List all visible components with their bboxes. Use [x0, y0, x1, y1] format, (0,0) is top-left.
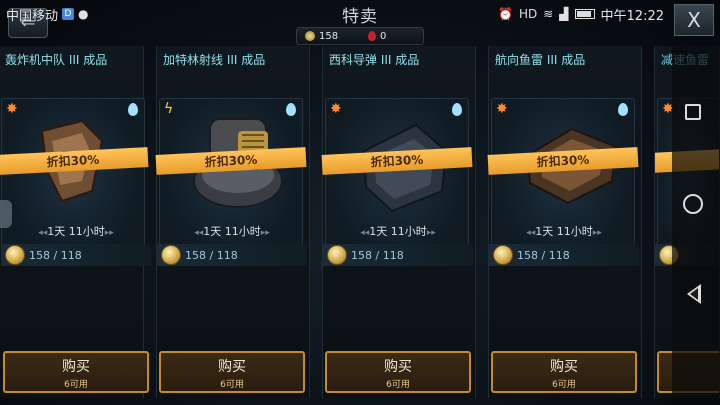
- price-label: 158 / 118: [29, 248, 82, 262]
- water-drop-icon: [286, 103, 296, 116]
- lightning-icon: ϟ: [164, 101, 174, 117]
- offer-card: 西科导弹 III 成品 ✸ 折扣30% x1 ◂◂1天 11小时▸▸ 158 /…: [321, 46, 476, 398]
- price-label: 158 / 118: [185, 248, 238, 262]
- buy-button[interactable]: 购买 6可用: [491, 351, 637, 393]
- gold-medal-icon: [5, 245, 25, 265]
- available-count: 6可用: [220, 380, 244, 390]
- card-title: 航向鱼雷 III 成品: [495, 53, 586, 67]
- gold-medal-icon: [327, 245, 347, 265]
- water-drop-icon: [128, 103, 138, 116]
- price-row: 158 / 118: [489, 244, 639, 266]
- close-button[interactable]: X: [674, 4, 714, 36]
- price-row: 158 / 118: [157, 244, 307, 266]
- offer-card: 轰炸机中队 III 成品 ✸ 折扣30% x1 ◂◂1天 11小时▸▸ 158 …: [0, 46, 151, 398]
- right-arrow-icon: ▸▸: [592, 228, 602, 238]
- left-arrow-icon: ◂◂: [38, 228, 48, 238]
- offer-timer: ◂◂1天 11小时▸▸: [360, 225, 436, 238]
- android-nav-bar: [672, 46, 720, 405]
- item-preview[interactable]: ϟ 折扣30% x1: [155, 98, 307, 266]
- card-title: 轰炸机中队 III 成品: [5, 53, 108, 67]
- coin-count: 158: [319, 30, 339, 42]
- left-arrow-icon: ◂◂: [194, 228, 204, 238]
- available-count: 6可用: [64, 380, 88, 390]
- burst-icon: ✸: [496, 101, 508, 117]
- left-arrow-icon: ◂◂: [526, 228, 536, 238]
- buy-button[interactable]: 购买 6可用: [159, 351, 305, 393]
- offer-card: 加特林射线 III 成品 ϟ 折扣30% x1 ◂◂1天 11小时▸▸ 158 …: [155, 46, 310, 398]
- buy-button[interactable]: 购买 6可用: [325, 351, 471, 393]
- right-arrow-icon: ▸▸: [426, 228, 436, 238]
- offer-card: 航向鱼雷 III 成品 ✸ 折扣30% x1 ◂◂1天 11小时▸▸ 158 /…: [487, 46, 642, 398]
- water-drop-icon: [452, 103, 462, 116]
- back-nav-icon[interactable]: [687, 284, 701, 304]
- right-arrow-icon: ▸▸: [104, 228, 114, 238]
- side-drawer-handle[interactable]: [0, 200, 12, 228]
- right-arrow-icon: ▸▸: [260, 228, 270, 238]
- coin-balance: 158: [297, 31, 360, 42]
- blood-drop-icon: [368, 31, 376, 41]
- item-preview[interactable]: ✸ 折扣30% x1: [321, 98, 473, 266]
- home-icon[interactable]: [683, 194, 703, 214]
- card-title: 加特林射线 III 成品: [163, 53, 266, 67]
- available-count: 6可用: [552, 380, 576, 390]
- gold-medal-icon: [493, 245, 513, 265]
- item-preview[interactable]: ✸ 折扣30% x1: [487, 98, 639, 266]
- available-count: 6可用: [386, 380, 410, 390]
- page-title: 特卖: [342, 7, 378, 27]
- card-title: 西科导弹 III 成品: [329, 53, 420, 67]
- item-preview[interactable]: ✸ 折扣30% x1: [0, 98, 149, 266]
- buy-button[interactable]: 购买 6可用: [3, 351, 149, 393]
- price-label: 158 / 118: [517, 248, 570, 262]
- currency-bar: 158 0: [296, 27, 424, 45]
- buy-label: 购买: [550, 359, 578, 375]
- buy-label: 购买: [384, 359, 412, 375]
- coin-icon: [305, 31, 315, 41]
- offer-timer: ◂◂1天 11小时▸▸: [38, 225, 114, 238]
- burst-icon: ✸: [6, 101, 18, 117]
- blood-count: 0: [380, 30, 387, 42]
- buy-label: 购买: [218, 359, 246, 375]
- offer-timer: ◂◂1天 11小时▸▸: [194, 225, 270, 238]
- price-row: 158 / 118: [1, 244, 151, 266]
- blood-balance: 0: [360, 31, 423, 42]
- left-arrow-icon: ◂◂: [360, 228, 370, 238]
- buy-label: 购买: [62, 359, 90, 375]
- offer-timer: ◂◂1天 11小时▸▸: [526, 225, 602, 238]
- discount-ribbon: 折扣30%: [0, 147, 149, 175]
- gold-medal-icon: [161, 245, 181, 265]
- burst-icon: ✸: [330, 101, 342, 117]
- price-label: 158 / 118: [351, 248, 404, 262]
- price-row: 158 / 118: [323, 244, 473, 266]
- recent-apps-icon[interactable]: [685, 104, 701, 120]
